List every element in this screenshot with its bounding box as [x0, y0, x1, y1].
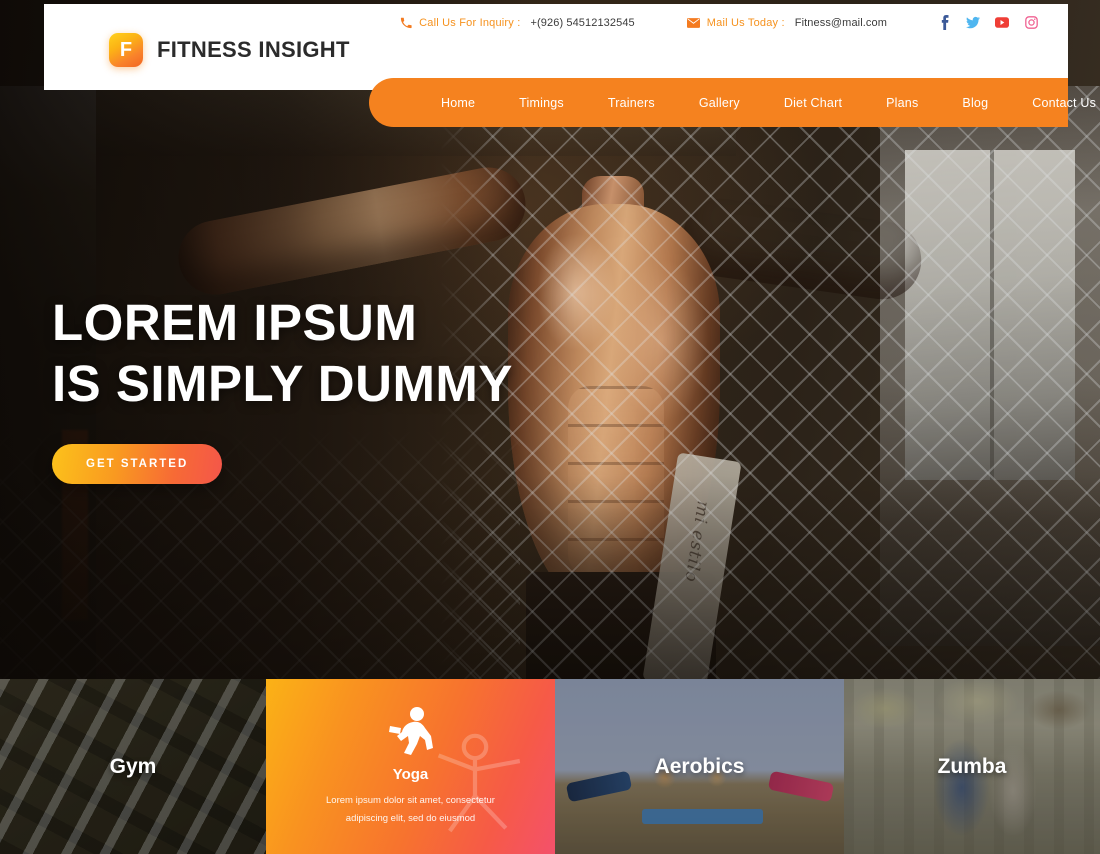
instagram-icon[interactable] — [1024, 16, 1038, 30]
phone-value: +(926) 54512132545 — [530, 16, 635, 29]
card-yoga[interactable]: Yoga Lorem ipsum dolor sit amet, consect… — [266, 679, 555, 854]
twitter-icon[interactable] — [966, 16, 980, 30]
main-navigation: Home Timings Trainers Gallery Diet Chart… — [369, 78, 1096, 127]
card-gym-title: Gym — [109, 754, 157, 778]
social-links — [937, 15, 1038, 30]
running-person-icon — [388, 707, 433, 756]
phone-icon — [400, 17, 412, 29]
card-zumba-title: Zumba — [937, 754, 1007, 778]
email-label: Mail Us Today : — [706, 16, 785, 29]
facebook-icon[interactable] — [937, 15, 951, 30]
nav-item-home[interactable]: Home — [441, 96, 497, 110]
nav-item-plans[interactable]: Plans — [864, 96, 940, 110]
hero-copy: LOREM IPSUM IS SIMPLY DUMMY GET STARTED — [52, 292, 513, 485]
brand-name: FITNESS INSIGHT — [157, 37, 350, 62]
get-started-button[interactable]: GET STARTED — [52, 444, 223, 485]
card-yoga-title: Yoga — [392, 766, 429, 784]
site-header: Call Us For Inquiry : +(926) 54512132545… — [44, 4, 1096, 127]
nav-item-contact-us[interactable]: Contact Us — [1010, 96, 1100, 110]
header-main-row: F FITNESS INSIGHT Home Timings Trainers … — [44, 33, 1096, 127]
nav-item-blog[interactable]: Blog — [940, 96, 1010, 110]
card-gym[interactable]: Gym — [0, 679, 266, 854]
contact-phone[interactable]: Call Us For Inquiry : +(926) 54512132545 — [400, 17, 635, 29]
card-aerobics[interactable]: Aerobics — [555, 679, 844, 854]
contact-email[interactable]: Mail Us Today : Fitness@mail.com — [686, 16, 887, 29]
logo-mark-icon: F — [109, 33, 143, 67]
email-value: Fitness@mail.com — [794, 16, 887, 29]
hero-headline-line2: IS SIMPLY DUMMY — [52, 355, 513, 413]
card-zumba[interactable]: Zumba — [844, 679, 1100, 854]
nav-item-diet-chart[interactable]: Diet Chart — [762, 96, 864, 110]
nav-item-gallery[interactable]: Gallery — [677, 96, 762, 110]
envelope-icon — [686, 17, 700, 28]
category-cards: Gym Yoga Lorem ipsum dolor sit amet, con… — [0, 679, 1100, 854]
nav-item-trainers[interactable]: Trainers — [586, 96, 677, 110]
hero-headline: LOREM IPSUM IS SIMPLY DUMMY — [52, 292, 513, 414]
card-aerobics-title: Aerobics — [654, 754, 745, 778]
phone-label: Call Us For Inquiry : — [419, 16, 521, 29]
brand-logo[interactable]: F FITNESS INSIGHT — [109, 33, 350, 67]
youtube-icon[interactable] — [995, 16, 1009, 30]
nav-item-timings[interactable]: Timings — [497, 96, 586, 110]
card-yoga-description: Lorem ipsum dolor sit amet, consectetur … — [326, 795, 495, 824]
hero-headline-line1: LOREM IPSUM — [52, 294, 418, 351]
